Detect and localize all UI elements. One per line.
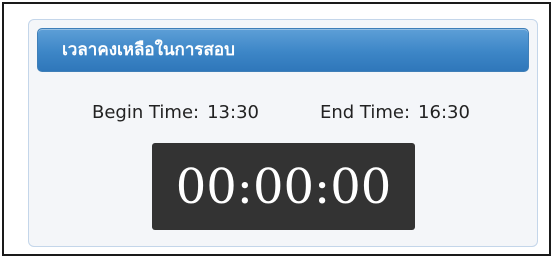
begin-time-value: 13:30 [207, 102, 259, 123]
countdown-display: 00:00:00 [175, 158, 392, 215]
window-frame: เวลาคงเหลือในการสอบ Begin Time: 13:30 End… [2, 2, 551, 256]
end-time-label: End Time: [320, 102, 411, 123]
panel-header: เวลาคงเหลือในการสอบ [37, 28, 529, 72]
end-time: End Time: 16:30 [320, 99, 470, 127]
panel-title: เวลาคงเหลือในการสอบ [62, 40, 235, 60]
begin-time: Begin Time: 13:30 [92, 99, 259, 127]
exam-timer-panel: เวลาคงเหลือในการสอบ Begin Time: 13:30 End… [28, 19, 538, 247]
countdown-clock: 00:00:00 [152, 143, 415, 230]
begin-time-label: Begin Time: [92, 102, 200, 123]
end-time-value: 16:30 [418, 102, 470, 123]
exam-time-row: Begin Time: 13:30 End Time: 16:30 [29, 99, 537, 127]
